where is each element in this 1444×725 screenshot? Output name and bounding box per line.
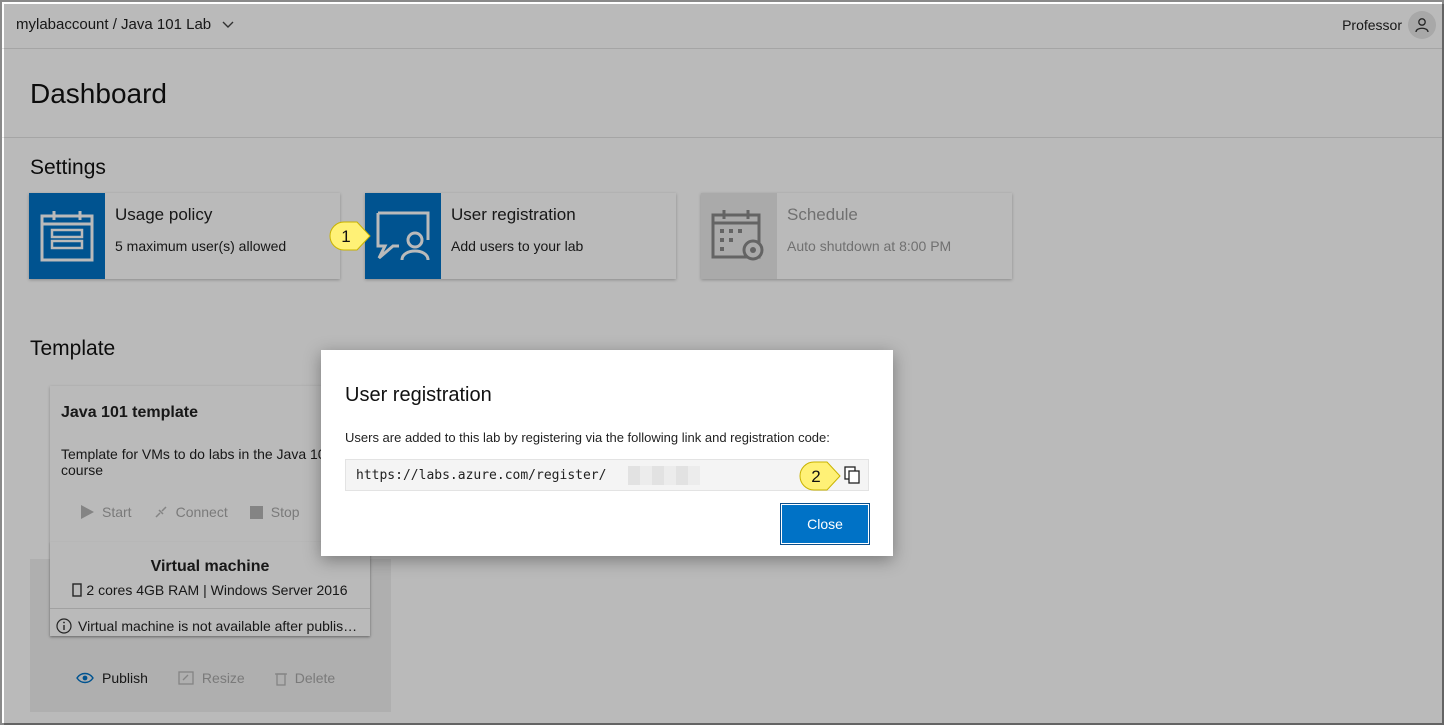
app-window: mylabaccount / Java 101 Lab Professor Da… bbox=[0, 0, 1444, 725]
close-button[interactable]: Close bbox=[780, 503, 870, 545]
redacted-code bbox=[628, 466, 700, 485]
copy-icon[interactable] bbox=[844, 466, 860, 484]
registration-link[interactable]: https://labs.azure.com/register/ bbox=[356, 468, 606, 483]
dialog-title: User registration bbox=[345, 384, 492, 406]
callout-number: 1 bbox=[341, 227, 350, 246]
registration-link-field[interactable]: https://labs.azure.com/register/ bbox=[345, 459, 869, 491]
callout-badge-2: 2 bbox=[799, 461, 841, 491]
callout-badge-1: 1 bbox=[329, 221, 371, 251]
user-registration-dialog: User registration Users are added to thi… bbox=[321, 350, 893, 556]
callout-number: 2 bbox=[811, 467, 820, 486]
dialog-text: Users are added to this lab by registeri… bbox=[345, 430, 830, 445]
